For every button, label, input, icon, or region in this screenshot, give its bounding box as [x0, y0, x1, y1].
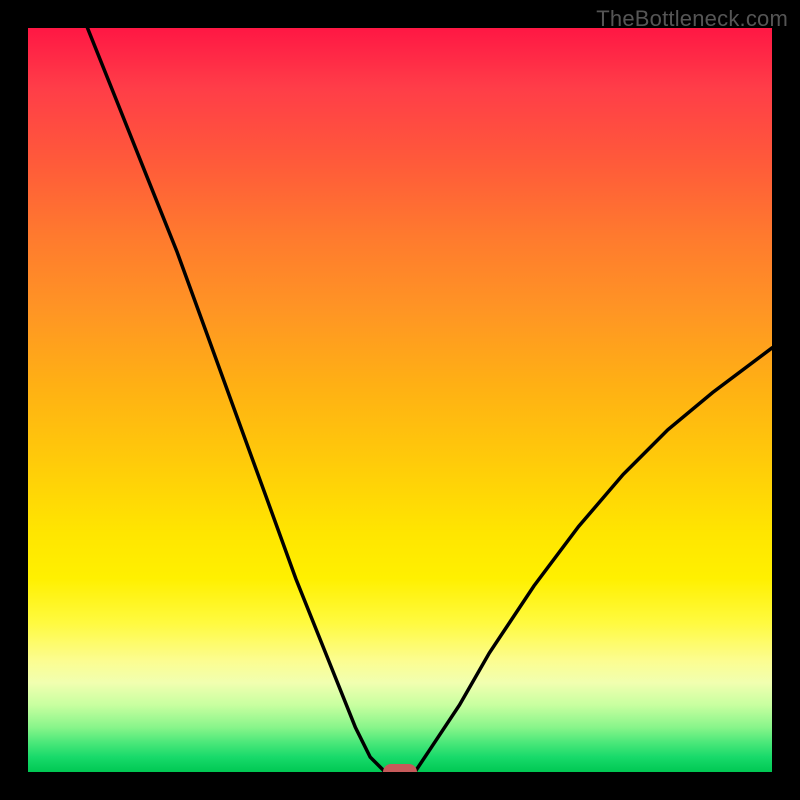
chart-stage: TheBottleneck.com: [0, 0, 800, 800]
watermark-text: TheBottleneck.com: [596, 6, 788, 32]
plot-area: [28, 28, 772, 772]
curve-left-branch: [88, 28, 386, 772]
min-marker: [383, 764, 417, 772]
curve-svg: [28, 28, 772, 772]
curve-right-branch: [415, 348, 772, 772]
